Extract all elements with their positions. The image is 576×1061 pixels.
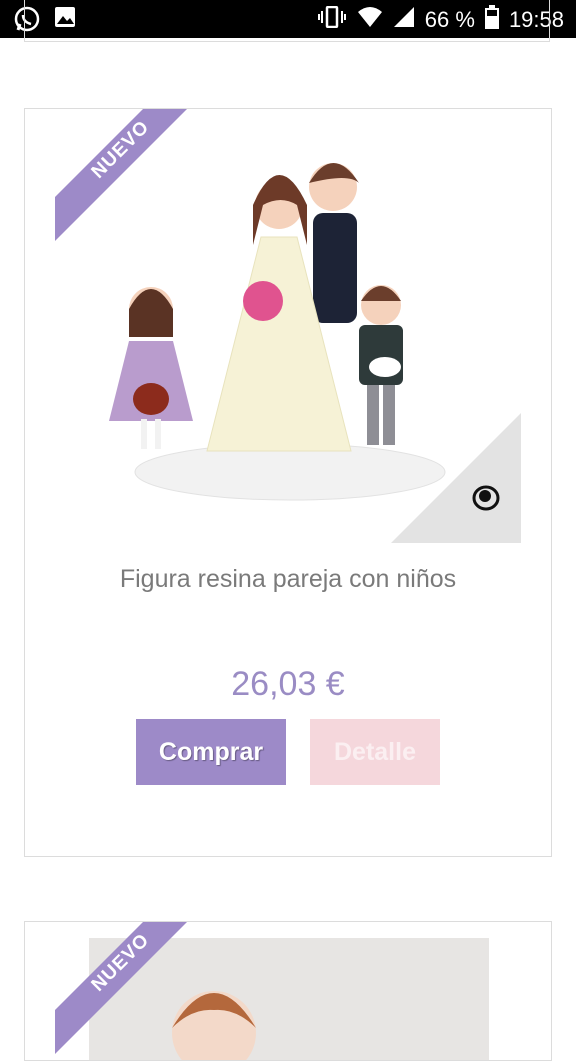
product-price: 26,03 €	[231, 665, 345, 703]
product-card: NUEVO Figura resina pareja con niños 26,…	[24, 108, 552, 857]
previous-product-card	[24, 0, 550, 42]
product-card: NUEVO	[24, 921, 552, 1061]
product-title[interactable]: Figura resina pareja con niños	[25, 565, 551, 594]
detail-button[interactable]: Detalle	[310, 719, 440, 785]
new-badge: NUEVO	[55, 922, 187, 1054]
eye-icon[interactable]	[471, 483, 501, 513]
quick-view-corner[interactable]	[391, 413, 521, 543]
buy-button[interactable]: Comprar	[136, 719, 286, 785]
